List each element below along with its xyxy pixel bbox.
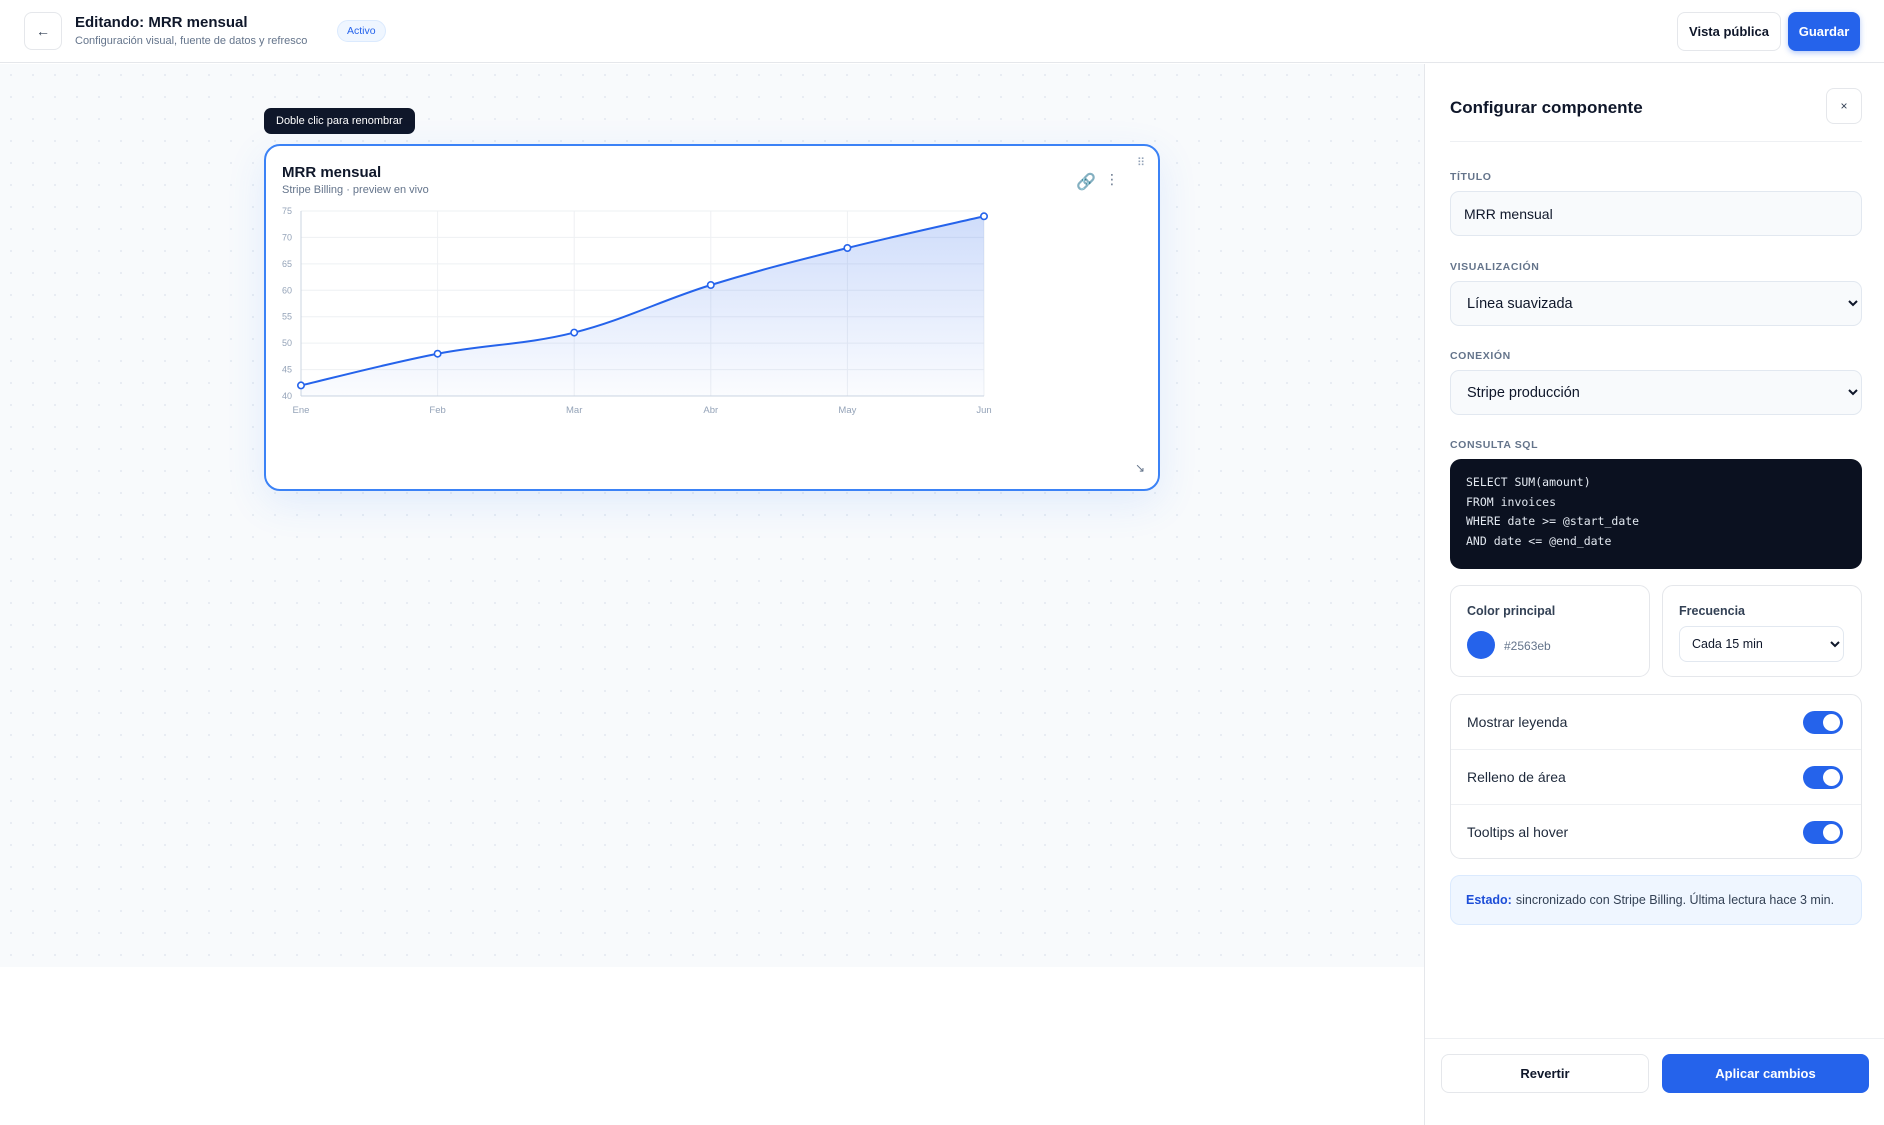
mrr-line-chart: 40 45 50 55 60 65 70 75 Ene Feb Mar Abr May Jun — [282, 206, 992, 416]
y-tick-label: 60 — [282, 285, 292, 295]
close-button[interactable]: × — [1826, 88, 1862, 124]
data-point — [706, 281, 715, 290]
sql-field-label: CONSULTA SQL — [1450, 439, 1539, 451]
connection-select[interactable]: Stripe producción — [1450, 370, 1862, 415]
status-text: sincronizado con Stripe Billing. Última … — [1515, 893, 1835, 907]
status-key: Estado: — [1466, 893, 1512, 907]
title-field-label: TÍTULO — [1450, 171, 1492, 183]
arrow-left-icon: ← — [36, 23, 50, 39]
panel-title: Configurar componente — [1450, 98, 1643, 117]
x-tick-label: Ene — [293, 405, 310, 416]
sql-line: FROM invoices — [1466, 494, 1557, 509]
apply-changes-button[interactable]: Aplicar cambios — [1662, 1054, 1869, 1093]
sql-line: SELECT SUM(amount) — [1466, 475, 1591, 489]
toggle-row-area-fill: Relleno de área — [1451, 750, 1861, 805]
frequency-label: Frecuencia — [1679, 604, 1746, 618]
frequency-select[interactable]: Cada 15 min — [1679, 626, 1844, 662]
status-badge: Activo — [337, 20, 386, 42]
color-hex-value: #2563eb — [1504, 639, 1551, 653]
sql-line: WHERE date >= @start_date — [1466, 514, 1640, 528]
area-fill-toggle[interactable] — [1803, 766, 1843, 789]
data-point — [843, 244, 852, 253]
toggle-label: Mostrar leyenda — [1467, 714, 1568, 730]
y-tick-label: 55 — [282, 312, 292, 322]
x-tick-label: Feb — [429, 405, 445, 416]
footer-divider — [1425, 1038, 1884, 1039]
data-point — [979, 212, 988, 221]
close-icon: × — [1840, 99, 1848, 113]
sync-status: Estado: sincronizado con Stripe Billing.… — [1450, 875, 1862, 925]
y-tick-label: 45 — [282, 365, 292, 375]
y-tick-label: 70 — [282, 232, 292, 242]
resize-handle-icon[interactable]: ↘ — [1135, 461, 1145, 475]
x-tick-label: Abr — [703, 405, 718, 416]
save-button[interactable]: Guardar — [1788, 12, 1860, 51]
frequency-card: Frecuencia Cada 15 min — [1662, 585, 1862, 677]
toggle-group: Mostrar leyenda Relleno de área Tooltips… — [1450, 694, 1862, 859]
top-bar: ← Editando: MRR mensual Configuración vi… — [0, 0, 1884, 63]
color-label: Color principal — [1467, 604, 1556, 618]
toggle-row-tooltips: Tooltips al hover — [1451, 805, 1861, 858]
connection-field-label: CONEXIÓN — [1450, 350, 1511, 362]
toggle-row-legend: Mostrar leyenda — [1451, 695, 1861, 750]
toggle-label: Relleno de área — [1467, 769, 1566, 785]
data-point — [433, 349, 442, 358]
divider — [1450, 141, 1862, 142]
y-tick-label: 75 — [282, 206, 292, 216]
tooltips-toggle[interactable] — [1803, 821, 1843, 844]
chart-widget[interactable]: MRR mensual Stripe Billing · preview en … — [264, 144, 1160, 491]
legend-toggle[interactable] — [1803, 711, 1843, 734]
config-panel: Configurar componente × TÍTULO VISUALIZA… — [1424, 64, 1884, 1125]
sql-editor[interactable]: SELECT SUM(amount) FROM invoices WHERE d… — [1450, 459, 1862, 569]
y-tick-label: 40 — [282, 391, 292, 401]
color-swatch[interactable] — [1467, 631, 1495, 659]
sql-line: AND date <= @end_date — [1466, 533, 1612, 548]
x-tick-label: Jun — [976, 405, 991, 416]
revert-button[interactable]: Revertir — [1441, 1054, 1649, 1093]
visualization-select[interactable]: Línea suavizada — [1450, 281, 1862, 326]
public-view-button[interactable]: Vista pública — [1677, 12, 1781, 51]
back-button[interactable]: ← — [24, 12, 62, 50]
x-tick-label: May — [838, 405, 856, 416]
page-subtitle: Configuración visual, fuente de datos y … — [75, 35, 308, 47]
y-tick-label: 50 — [282, 338, 292, 348]
title-input[interactable] — [1450, 191, 1862, 236]
y-tick-label: 65 — [282, 259, 292, 269]
page-title: Editando: MRR mensual — [75, 14, 248, 31]
x-tick-label: Mar — [566, 405, 582, 416]
toggle-label: Tooltips al hover — [1467, 824, 1569, 840]
visualization-field-label: VISUALIZACIÓN — [1450, 261, 1540, 273]
color-card: Color principal #2563eb — [1450, 585, 1650, 677]
data-point — [296, 381, 305, 390]
data-point — [570, 328, 579, 337]
area-fill — [301, 216, 984, 396]
rename-tooltip: Doble clic para renombrar — [264, 108, 415, 134]
